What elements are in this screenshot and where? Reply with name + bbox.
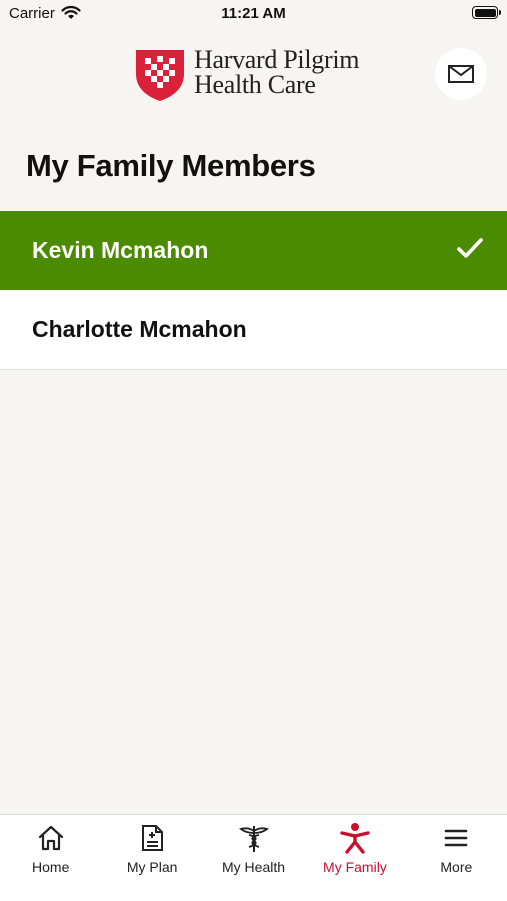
person-icon: [340, 823, 370, 854]
harvard-pilgrim-shield-icon: [136, 50, 184, 101]
document-icon: [142, 825, 164, 851]
tab-label: Home: [32, 859, 70, 875]
tab-more[interactable]: More: [406, 815, 507, 901]
status-bar: Carrier 11:21 AM: [0, 0, 507, 28]
caduceus-icon: [238, 826, 269, 852]
tab-home[interactable]: Home: [0, 815, 101, 901]
tab-my-family[interactable]: My Family: [304, 815, 405, 901]
tab-my-health[interactable]: My Health: [203, 815, 304, 901]
member-name: Kevin Mcmahon: [32, 237, 209, 263]
page-title: My Family Members: [26, 148, 316, 183]
menu-icon: [445, 829, 468, 847]
tab-my-plan[interactable]: My Plan: [101, 815, 202, 901]
messages-button[interactable]: [435, 48, 487, 100]
brand-line-1: Harvard Pilgrim: [194, 45, 360, 74]
member-row-charlotte[interactable]: Charlotte Mcmahon: [0, 290, 507, 370]
tab-label: My Health: [222, 859, 286, 875]
battery-icon: [472, 6, 501, 19]
family-member-list: Kevin Mcmahon Charlotte Mcmahon: [0, 211, 507, 370]
tab-label: My Family: [323, 859, 387, 875]
home-icon: [38, 825, 63, 851]
checkmark-icon: [457, 238, 483, 258]
member-name: Charlotte Mcmahon: [32, 316, 247, 342]
status-time: 11:21 AM: [221, 5, 286, 22]
brand-line-2: Health Care: [194, 70, 316, 99]
brand-wordmark: Harvard Pilgrim Health Care: [194, 45, 360, 99]
tab-label: More: [440, 859, 473, 875]
member-row-kevin[interactable]: Kevin Mcmahon: [0, 211, 507, 290]
mail-icon: [448, 65, 474, 83]
tab-label: My Plan: [126, 859, 178, 875]
bottom-tab-bar: Home My Plan My Health My Family More: [0, 814, 507, 901]
